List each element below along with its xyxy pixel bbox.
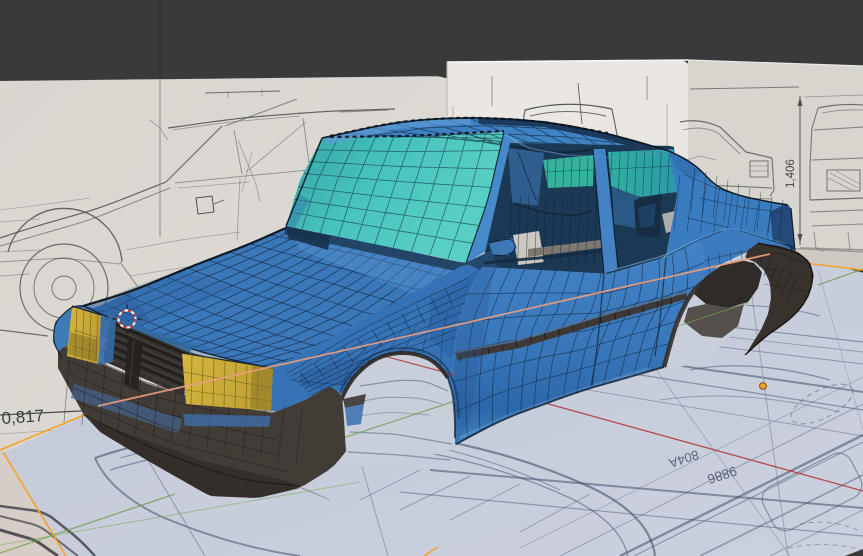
svg-text:1,406: 1,406 [785,159,797,188]
svg-text:0,817: 0,817 [1,406,45,428]
